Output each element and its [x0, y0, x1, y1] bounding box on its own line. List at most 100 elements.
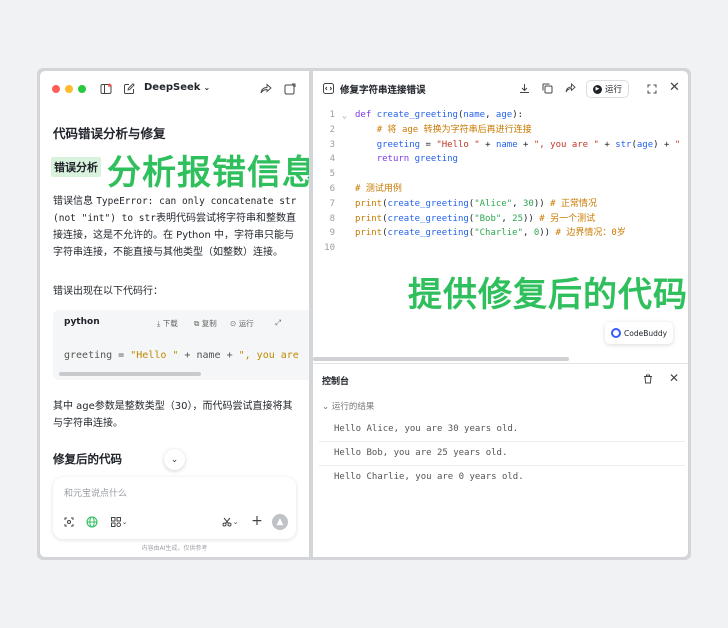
download-icon[interactable] [518, 82, 531, 95]
window-maximize-dot[interactable] [78, 85, 86, 93]
copy-button[interactable]: ⧉ 复制 [194, 318, 217, 329]
line-number: 2 [329, 124, 335, 135]
overlay-caption-analysis: 分析报错信息 [107, 153, 309, 193]
chat-input-placeholder: 和元宝说点什么 [64, 489, 128, 499]
scissors-dropdown[interactable]: ⌄ [219, 516, 241, 528]
chat-header: DeepSeek ⌄ [40, 71, 309, 107]
trash-icon[interactable] [642, 373, 654, 385]
chevron-down-icon: ⌄ [322, 402, 330, 412]
window-close-dot[interactable] [52, 85, 60, 93]
code-line: 3 greeting = "Hello " + name + ", you ar… [313, 138, 688, 153]
send-button[interactable]: ▲ [272, 514, 288, 530]
console-output-line: Hello Alice, you are 30 years old. [334, 424, 519, 434]
code-panel-header: 修复字符串连接错误 ▶ 运行 ✕ [313, 71, 688, 107]
chevron-down-icon: ⌄ [170, 454, 179, 465]
results-label: 运行的结果 [331, 402, 375, 412]
new-chat-icon[interactable] [122, 82, 136, 96]
play-icon: ▶ [592, 84, 602, 94]
codebuddy-label: CodeBuddy [624, 328, 668, 338]
para1-prefix: 错误信息 [53, 196, 97, 207]
code-block-scrollbar[interactable] [59, 372, 201, 376]
scroll-to-bottom-button[interactable]: ⌄ [164, 449, 185, 470]
output-separator [319, 441, 685, 442]
download-icon: ⤓ [157, 319, 161, 328]
line-source: # 测试用例 [355, 184, 402, 194]
line-source: print(create_greeting("Bob", 25)) # 另一个测… [355, 213, 596, 224]
download-label: 下载 [162, 319, 178, 328]
code-language-label: python [64, 317, 100, 327]
run-code-button[interactable]: ⊙ 运行 [230, 318, 254, 329]
console-title: 控制台 [322, 377, 350, 387]
code-line: 8 print(create_greeting("Bob", 25)) # 另一个… [313, 212, 688, 227]
code-middle: + name + [178, 350, 239, 361]
line-number: 6 [329, 184, 335, 194]
tools-dropdown[interactable]: ⌄ [109, 516, 129, 528]
run-button-label: 运行 [604, 85, 622, 95]
console-output-line: Hello Bob, you are 25 years old. [334, 448, 508, 458]
expand-icon[interactable]: ⤢ [275, 318, 281, 328]
code-block: python ⤓ 下载 ⧉ 复制 ⊙ 运行 ⤢ greeting = "Hell… [53, 310, 309, 380]
conversation-title: 代码错误分析与修复 [53, 126, 166, 141]
chevron-down-icon: ⌄ [121, 518, 128, 526]
copy-label: 复制 [201, 319, 217, 328]
add-attachment-icon[interactable]: + [250, 513, 264, 529]
code-line: 2 # 将 age 转换为字符串后再进行连接 [313, 123, 688, 138]
fullscreen-icon[interactable] [645, 82, 658, 95]
code-prefix: greeting = [64, 350, 131, 361]
code-line: 5 [313, 167, 688, 182]
share-icon[interactable] [564, 82, 577, 95]
code-block-header: python ⤓ 下载 ⧉ 复制 ⊙ 运行 ⤢ [53, 310, 309, 335]
output-separator [319, 465, 685, 466]
error-location-text: 错误出现在以下代码行： [53, 286, 163, 297]
chat-input-box[interactable]: 和元宝说点什么 ⌄ ⌄ + ▲ [53, 477, 296, 539]
overlay-caption-fixed-code: 提供修复后的代码 [408, 275, 688, 315]
fold-chevron-icon[interactable]: ⌄ [342, 108, 347, 123]
line-source: print(create_greeting("Alice", 30)) # 正常… [355, 198, 597, 209]
line-number: 9 [329, 228, 335, 239]
model-name: DeepSeek [144, 82, 201, 93]
line-number: 10 [324, 243, 335, 254]
code-panel: 修复字符串连接错误 ▶ 运行 ✕ 1 ⌄ def create_greeting(na… [313, 71, 688, 557]
sidebar-toggle-icon[interactable] [99, 82, 113, 96]
line-number: 4 [329, 154, 335, 165]
line-number: 3 [329, 139, 335, 150]
error-explanation: 错误信息 TypeError: can only concatenate str… [53, 193, 297, 261]
codebuddy-badge[interactable]: CodeBuddy [605, 322, 673, 344]
run-button[interactable]: ▶ 运行 [586, 80, 629, 98]
section-chip: 错误分析 [51, 157, 101, 177]
play-circle-icon: ⊙ [230, 319, 237, 328]
close-console-icon[interactable]: ✕ [668, 371, 680, 385]
close-icon[interactable]: ✕ [668, 80, 681, 95]
chevron-down-icon: ⌄ [232, 518, 239, 526]
copy-icon: ⧉ [194, 319, 200, 328]
line-source: print(create_greeting("Charlie", 0)) # 边… [355, 228, 626, 239]
line-number: 7 [329, 198, 335, 209]
download-button[interactable]: ⤓ 下载 [157, 318, 178, 329]
code-line: 7 print(create_greeting("Alice", 30)) # 正… [313, 197, 688, 212]
editor-horizontal-scrollbar[interactable] [313, 357, 569, 361]
code-snippet: greeting = "Hello " + name + ", you are [64, 350, 299, 361]
window-minimize-dot[interactable] [65, 85, 73, 93]
codebuddy-logo-icon [611, 328, 621, 338]
code-file-title: 修复字符串连接错误 [340, 85, 426, 96]
code-file-icon [322, 82, 335, 95]
code-string-2: ", you are [238, 350, 299, 361]
share-icon[interactable] [259, 82, 273, 96]
code-line: 4 return greeting [313, 152, 688, 167]
copy-icon[interactable] [541, 82, 554, 95]
code-line: 9 print(create_greeting("Charlie", 0)) # … [313, 226, 688, 241]
model-selector[interactable]: DeepSeek ⌄ [144, 82, 210, 93]
code-line: 10 [313, 241, 688, 256]
code-line: 6 # 测试用例 [313, 182, 688, 197]
results-toggle[interactable]: ⌄ 运行的结果 [322, 400, 374, 412]
web-search-icon[interactable] [85, 515, 99, 529]
run-label: 运行 [238, 319, 254, 328]
new-window-icon[interactable] [283, 82, 297, 96]
line-source: greeting = "Hello " + name + ", you are … [376, 139, 681, 150]
line-number: 5 [329, 169, 335, 180]
arrow-up-icon: ▲ [276, 517, 284, 527]
line-source: def create_greeting(name, age): [355, 110, 524, 120]
screenshot-icon[interactable] [63, 516, 75, 528]
chat-panel: DeepSeek ⌄ 代码错误分析与修复 错误分析 分析报错信息 错误信息 Typ… [40, 71, 309, 557]
age-explanation: 其中 age参数是整数类型（30），而代码尝试直接将其与字符串连接。 [53, 401, 293, 429]
